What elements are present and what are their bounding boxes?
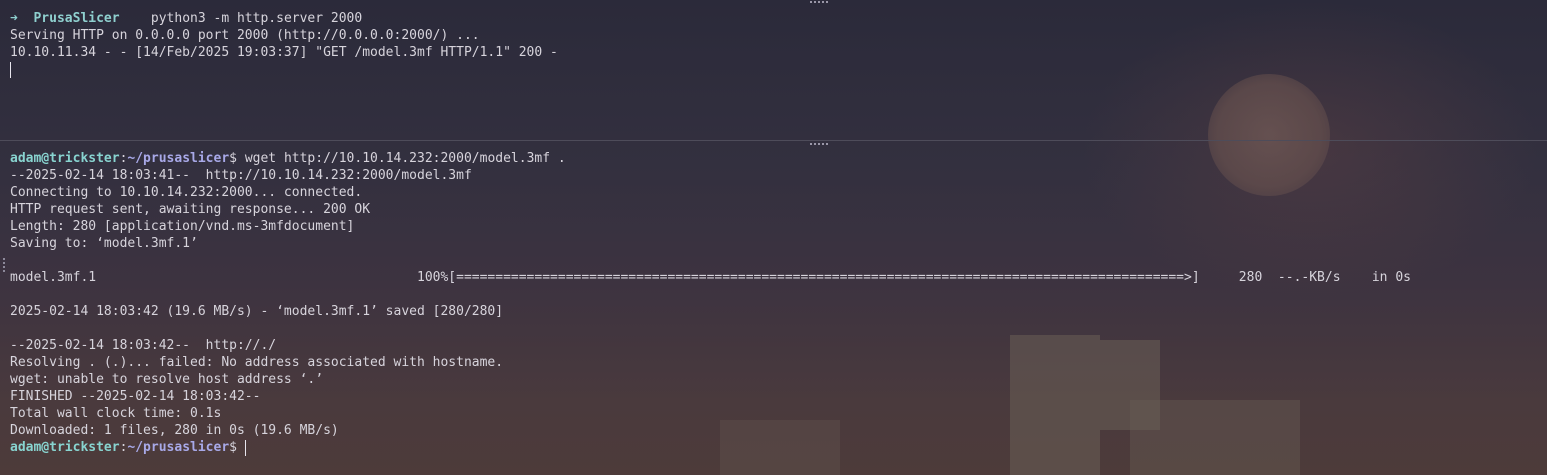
prompt-suffix: $ [229,440,237,455]
command-text: python3 -m http.server 2000 [150,11,363,26]
output-line: FINISHED --2025-02-14 18:03:42-- [10,389,261,404]
prompt-user-host: adam@trickster [10,440,120,455]
terminal-pane-client[interactable]: adam@trickster:~/prusaslicer$ wget http:… [0,142,1547,475]
output-line: Serving HTTP on 0.0.0.0 port 2000 (http:… [10,28,480,43]
prompt-path: ~/prusaslicer [127,151,230,166]
output-line: Connecting to 10.10.14.232:2000... conne… [10,185,363,200]
output-line: 2025-02-14 18:03:42 (19.6 MB/s) - ‘model… [10,304,504,319]
prompt-suffix: $ [229,151,237,166]
command-text: wget http://10.10.14.232:2000/model.3mf … [244,151,566,166]
output-line: Total wall clock time: 0.1s [10,406,222,421]
text-cursor [244,439,246,456]
output-line: HTTP request sent, awaiting response... … [10,202,371,217]
prompt-user-host: adam@trickster [10,151,120,166]
output-line: Saving to: ‘model.3mf.1’ [10,236,198,251]
output-line: Downloaded: 1 files, 280 in 0s (19.6 MB/… [10,423,339,438]
prompt-line: adam@trickster:~/prusaslicer$ wget http:… [10,151,566,166]
terminal-pane-server[interactable]: ➜ PrusaSlicer python3 -m http.server 200… [0,0,1547,141]
cursor-line [10,61,1547,78]
output-line: --2025-02-14 18:03:41-- http://10.10.14.… [10,168,472,183]
output-line: wget: unable to resolve host address ‘.’ [10,372,324,387]
progress-line: model.3mf.1 100%[=======================… [10,270,1411,285]
prompt-path: ~/prusaslicer [127,440,230,455]
current-directory: PrusaSlicer [33,11,120,26]
output-line: --2025-02-14 18:03:42-- http://./ [10,338,277,353]
output-line: 10.10.11.34 - - [14/Feb/2025 19:03:37] "… [10,45,558,60]
prompt-line: adam@trickster:~/prusaslicer$ [10,439,1547,456]
output-line: Resolving . (.)... failed: No address as… [10,355,504,370]
text-cursor [10,61,11,78]
output-line: Length: 280 [application/vnd.ms-3mfdocum… [10,219,355,234]
prompt-arrow-icon: ➜ [10,11,18,26]
prompt-line: ➜ PrusaSlicer python3 -m http.server 200… [10,10,1547,27]
